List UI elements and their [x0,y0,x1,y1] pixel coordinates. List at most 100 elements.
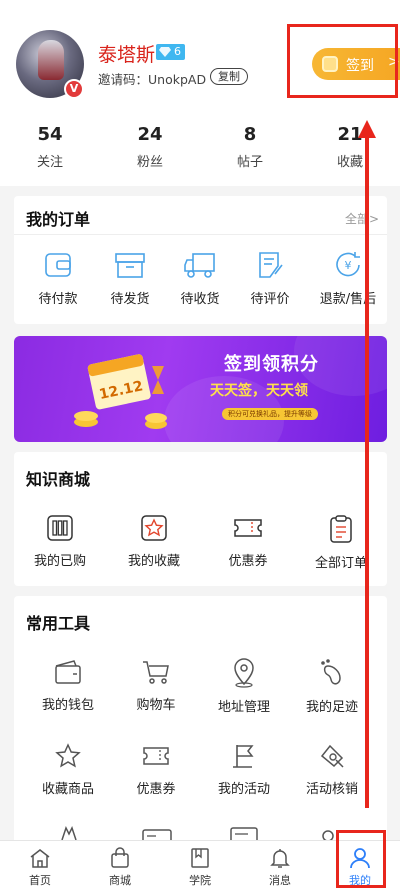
favorite-star-icon [141,515,167,541]
book-icon [191,848,209,868]
bell-icon [270,849,290,868]
order-label: 待付款 [38,292,78,307]
order-pending-payment[interactable]: 待付款 [18,250,98,307]
stat-favorites[interactable]: 21 收藏 [300,120,400,176]
shop-coupons[interactable]: 优惠券 [208,514,288,569]
invite-code: 邀请码：UnokpAD [98,72,207,87]
profile-page: V 泰塔斯 6 邀请码：UnokpAD 复制 签到 > 54 关注 24 粉丝 [0,0,400,890]
calendar-coins-icon: 12.12 [74,354,167,429]
refund-icon: ¥ [336,252,360,277]
shop-item-label: 全部订单 [314,556,367,571]
tool-cart[interactable]: 购物车 [116,658,196,713]
stat-label: 收藏 [336,155,363,170]
tool-event-verify[interactable]: 活动核销 [292,742,372,797]
diamond-icon [159,47,171,57]
shop-purchased[interactable]: 我的已购 [20,514,100,569]
orders-title: 我的订单 [26,210,91,229]
stat-follow[interactable]: 54 关注 [0,120,100,176]
tool-label: 优惠券 [136,782,176,797]
wallet-icon [45,253,71,277]
verified-badge-icon: V [64,79,84,99]
tab-home[interactable]: 首页 [0,841,80,890]
verify-icon [320,744,344,768]
signin-promo-banner[interactable]: 12.12 签到领积分 天天签，天天领 积分可兑换礼品，提升等级 [14,336,387,442]
tool-label: 我的活动 [217,782,270,797]
order-list-icon [330,515,352,543]
tool-favorite-goods[interactable]: 收藏商品 [28,742,108,797]
order-label: 待收货 [180,292,220,307]
knowledge-shop-card: 知识商城 我的已购 我的收藏 优惠券 全部订单 [14,452,387,586]
wallet-icon [55,660,81,684]
stat-number: 24 [137,124,163,145]
stat-number: 8 [243,124,257,145]
shop-favorites[interactable]: 我的收藏 [114,514,194,569]
stats-row: 54 关注 24 粉丝 8 帖子 21 收藏 [0,120,400,176]
shop-item-label: 我的已购 [33,554,86,569]
tab-label: 消息 [269,874,291,887]
tool-wallet[interactable]: 我的钱包 [28,658,108,713]
svg-text:¥: ¥ [345,259,352,272]
order-label: 待评价 [250,292,290,307]
annotation-highlight-box [287,24,398,98]
stat-number: 21 [337,124,363,145]
tool-label: 收藏商品 [41,782,94,797]
purchased-icon [47,515,73,541]
tool-my-events[interactable]: 我的活动 [204,742,284,797]
annotation-arrow-head-icon [358,120,376,138]
order-label: 待发货 [110,292,150,307]
flag-icon [233,745,254,768]
tool-footprint[interactable]: 我的足迹 [292,658,372,715]
tool-label: 购物车 [136,698,176,713]
stat-number: 54 [37,124,63,145]
tool-label: 活动核销 [305,782,358,797]
banner-subtitle: 天天签，天天领 [210,383,308,399]
stat-posts[interactable]: 8 帖子 [200,120,300,176]
level-number: 6 [174,45,181,58]
order-pending-review[interactable]: 待评价 [230,250,310,307]
order-pending-receive[interactable]: 待收货 [160,250,240,307]
tools-card: 常用工具 我的钱包 购物车 地址管理 我的足迹 收藏商品 优惠券 我的活动 活动… [14,596,387,846]
tool-label: 我的足迹 [305,700,358,715]
shop-all-orders[interactable]: 全部订单 [300,514,382,571]
stat-label: 帖子 [236,155,263,170]
orders-card: 我的订单 全部> 待付款 待发货 待收货 待评价 ¥ 退款/售后 [14,196,387,324]
tool-address[interactable]: 地址管理 [204,658,284,715]
shop-item-label: 优惠券 [228,554,268,569]
truck-icon [184,253,215,278]
tab-label: 商城 [109,874,131,887]
tools-title: 常用工具 [26,614,91,633]
stat-label: 粉丝 [136,155,163,170]
shop-item-label: 我的收藏 [127,554,180,569]
tab-label: 学院 [189,874,211,887]
home-icon [30,849,50,868]
star-icon [55,743,81,768]
tool-coupons[interactable]: 优惠券 [116,742,196,797]
annotation-highlight-box [336,830,386,888]
tab-academy[interactable]: 学院 [160,841,240,890]
tab-shop[interactable]: 商城 [80,841,160,890]
tab-messages[interactable]: 消息 [240,841,320,890]
order-pending-ship[interactable]: 待发货 [90,250,170,307]
avatar-figure [38,40,64,80]
tool-label: 地址管理 [217,700,270,715]
order-label: 退款/售后 [319,292,377,307]
tool-label: 我的钱包 [41,698,94,713]
location-icon [234,658,254,688]
copy-button[interactable]: 复制 [210,68,248,85]
box-icon [115,253,145,278]
review-icon [259,252,283,278]
order-refund[interactable]: ¥ 退款/售后 [306,250,390,307]
tab-label: 首页 [29,874,51,887]
orders-divider [14,234,387,235]
shop-bag-icon [111,847,129,868]
level-badge: 6 [156,44,185,60]
stat-fans[interactable]: 24 粉丝 [100,120,200,176]
orders-all-link[interactable]: 全部> [345,210,379,227]
knowledge-shop-title: 知识商城 [26,470,91,489]
ticket-icon [143,747,169,765]
username: 泰塔斯 [98,44,156,66]
banner-title: 签到领积分 [224,354,319,375]
annotation-arrow-line [365,136,369,808]
stat-label: 关注 [36,155,63,170]
footprint-icon [321,659,341,685]
